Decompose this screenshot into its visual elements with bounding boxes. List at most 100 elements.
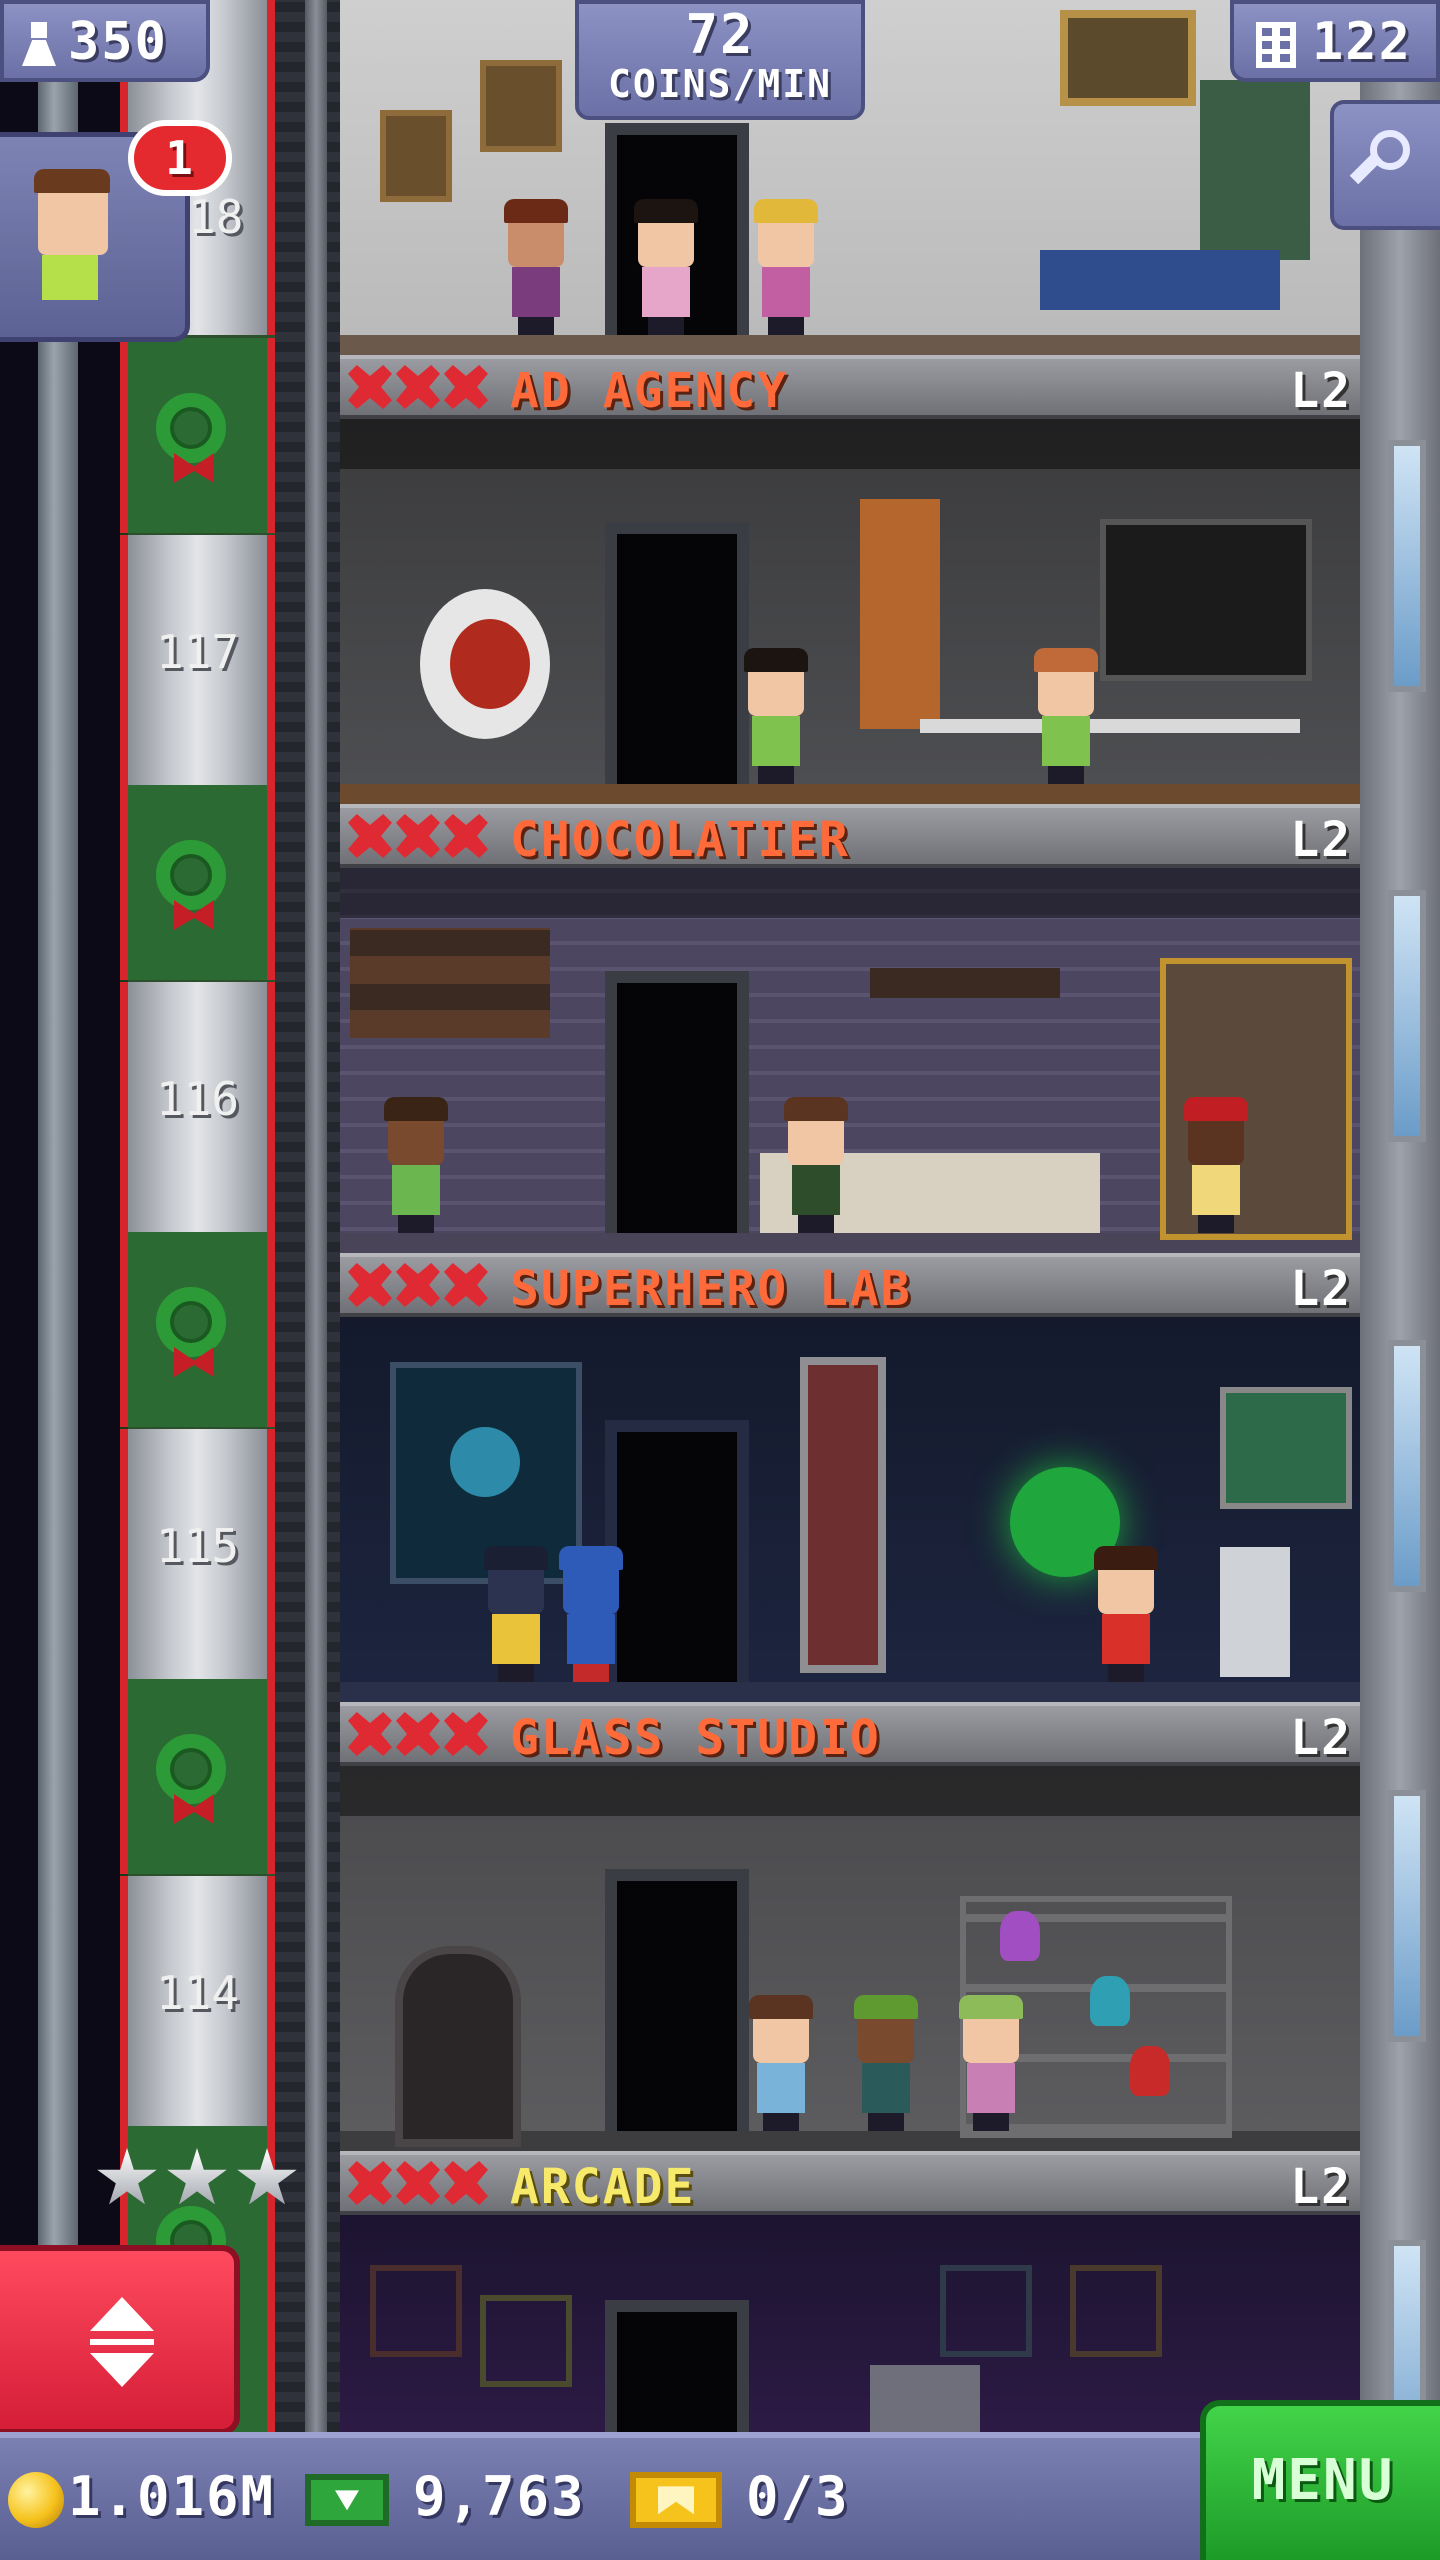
- presentation-screen: [1100, 519, 1312, 681]
- hologram: [450, 1427, 520, 1497]
- floor-number: 115: [155, 1519, 240, 1573]
- bitizen[interactable]: [850, 1995, 920, 2131]
- empty-stock-icon: [444, 365, 488, 409]
- menu-button[interactable]: MENU: [1200, 2400, 1440, 2560]
- room-header-glass-studio[interactable]: GLASS STUDIO L2: [340, 1702, 1360, 1766]
- christmas-wreath-icon: [156, 1734, 226, 1804]
- bitizen[interactable]: [745, 1995, 815, 2131]
- room-ad-agency[interactable]: [340, 419, 1360, 804]
- golden-ticket-counter[interactable]: 0/3: [630, 2462, 850, 2532]
- window: [1200, 80, 1310, 260]
- coin-icon: [8, 2472, 64, 2529]
- elevator-wreath-segment: [120, 785, 275, 980]
- bitizen[interactable]: [555, 1546, 625, 1682]
- room-header-superhero-lab[interactable]: SUPERHERO LAB L2: [340, 1253, 1360, 1317]
- shaft-rail: [38, 0, 78, 2432]
- empty-stock-icon: [348, 1712, 392, 1756]
- stock-indicators: [348, 2161, 488, 2205]
- search-button[interactable]: [1330, 100, 1440, 230]
- picture-frame: [480, 60, 562, 152]
- room-door: [605, 1420, 749, 1682]
- elevator-wreath-segment: [120, 1232, 275, 1427]
- up-down-arrows-icon: [90, 2297, 154, 2387]
- tickets-value: 0/3: [746, 2465, 850, 2528]
- elevator-wreath-segment: [120, 1679, 275, 1874]
- empty-stock-icon: [348, 365, 392, 409]
- elevator-floor-segment: 114: [120, 1876, 275, 2126]
- elevator-control-button[interactable]: [0, 2245, 240, 2435]
- glass-furnace: [395, 1946, 521, 2147]
- room-level: L2: [1290, 1710, 1352, 1766]
- income-label: COINS/MIN: [608, 62, 832, 106]
- stock-indicators: [348, 814, 488, 858]
- bitizen[interactable]: [630, 199, 700, 335]
- bitizen[interactable]: [1180, 1097, 1250, 1233]
- bux-counter[interactable]: 9,763: [305, 2462, 586, 2532]
- floor-counter[interactable]: 122: [1230, 0, 1440, 82]
- room-door: [605, 1869, 749, 2131]
- wall-frame: [1070, 2265, 1162, 2357]
- room-ceiling: [340, 1766, 1360, 1816]
- room-header-arcade[interactable]: ARCADE L2: [340, 2151, 1360, 2215]
- bux-value: 9,763: [413, 2465, 586, 2528]
- bitizen[interactable]: [780, 1097, 850, 1233]
- bitizen[interactable]: [1030, 648, 1100, 784]
- bux-icon: [305, 2474, 389, 2527]
- wall-frame: [370, 2265, 462, 2357]
- notification-badge[interactable]: 1: [128, 120, 232, 196]
- dna-tube: [800, 1357, 886, 1673]
- floor-number: 117: [155, 625, 240, 679]
- christmas-wreath-icon: [156, 393, 226, 463]
- elevator-floor-segment: 117: [120, 535, 275, 785]
- shaft-pole: [305, 0, 327, 2432]
- room-name: SUPERHERO LAB: [510, 1261, 912, 1317]
- elevator-shaft[interactable]: 18 117 116 115 114: [0, 0, 340, 2432]
- world-map-screen: [1220, 1387, 1352, 1509]
- room-header-chocolatier[interactable]: CHOCOLATIER L2: [340, 804, 1360, 868]
- bitizen[interactable]: [740, 648, 810, 784]
- room-level: L2: [1290, 2159, 1352, 2215]
- chocolate-display: [870, 968, 1060, 998]
- room-glass-studio[interactable]: [340, 1766, 1360, 2151]
- bitizen[interactable]: [1090, 1546, 1160, 1682]
- elevator-wreath-segment: [120, 338, 275, 533]
- glass-vase: [1130, 2046, 1170, 2096]
- wall-frame: [480, 2295, 572, 2387]
- coins-counter[interactable]: 1.016M: [8, 2462, 275, 2532]
- room-level: L2: [1290, 812, 1352, 868]
- room-header-ad-agency[interactable]: AD AGENCY L2: [340, 355, 1360, 419]
- income-value: 72: [685, 3, 755, 66]
- empty-stock-icon: [444, 1263, 488, 1307]
- star-icon: [237, 2148, 297, 2205]
- bitizen[interactable]: [955, 1995, 1025, 2131]
- floor-number: 114: [155, 1966, 240, 2020]
- picture-frame: [380, 110, 452, 202]
- window: [1388, 1790, 1426, 2042]
- room-arcade[interactable]: [340, 2215, 1360, 2432]
- empty-stock-icon: [396, 365, 440, 409]
- bitizen[interactable]: [750, 199, 820, 335]
- bitizen[interactable]: [480, 1546, 550, 1682]
- room-name: ARCADE: [510, 2159, 696, 2215]
- tower-outer-wall: [1360, 0, 1440, 2432]
- population-value: 350: [68, 12, 168, 72]
- empty-stock-icon: [396, 1263, 440, 1307]
- search-icon: [1349, 130, 1410, 185]
- stock-indicators: [348, 365, 488, 409]
- room-superhero-lab[interactable]: [340, 1317, 1360, 1702]
- room-floor: [340, 1682, 1360, 1702]
- elevator-floor-segment: 116: [120, 982, 275, 1232]
- avatar: [30, 169, 120, 315]
- christmas-wreath-icon: [156, 1287, 226, 1357]
- window: [1388, 890, 1426, 1142]
- star-icon: [97, 2148, 157, 2205]
- bitizen[interactable]: [500, 199, 570, 335]
- bitizen[interactable]: [380, 1097, 450, 1233]
- room-chocolatier[interactable]: [340, 868, 1360, 1253]
- room-floor: [340, 784, 1360, 804]
- picture-frame: [1060, 10, 1196, 106]
- arcade-cabinet: [870, 2365, 980, 2432]
- floor-number: 18: [188, 190, 244, 244]
- population-counter[interactable]: 350: [0, 0, 210, 82]
- sofa: [1040, 250, 1280, 310]
